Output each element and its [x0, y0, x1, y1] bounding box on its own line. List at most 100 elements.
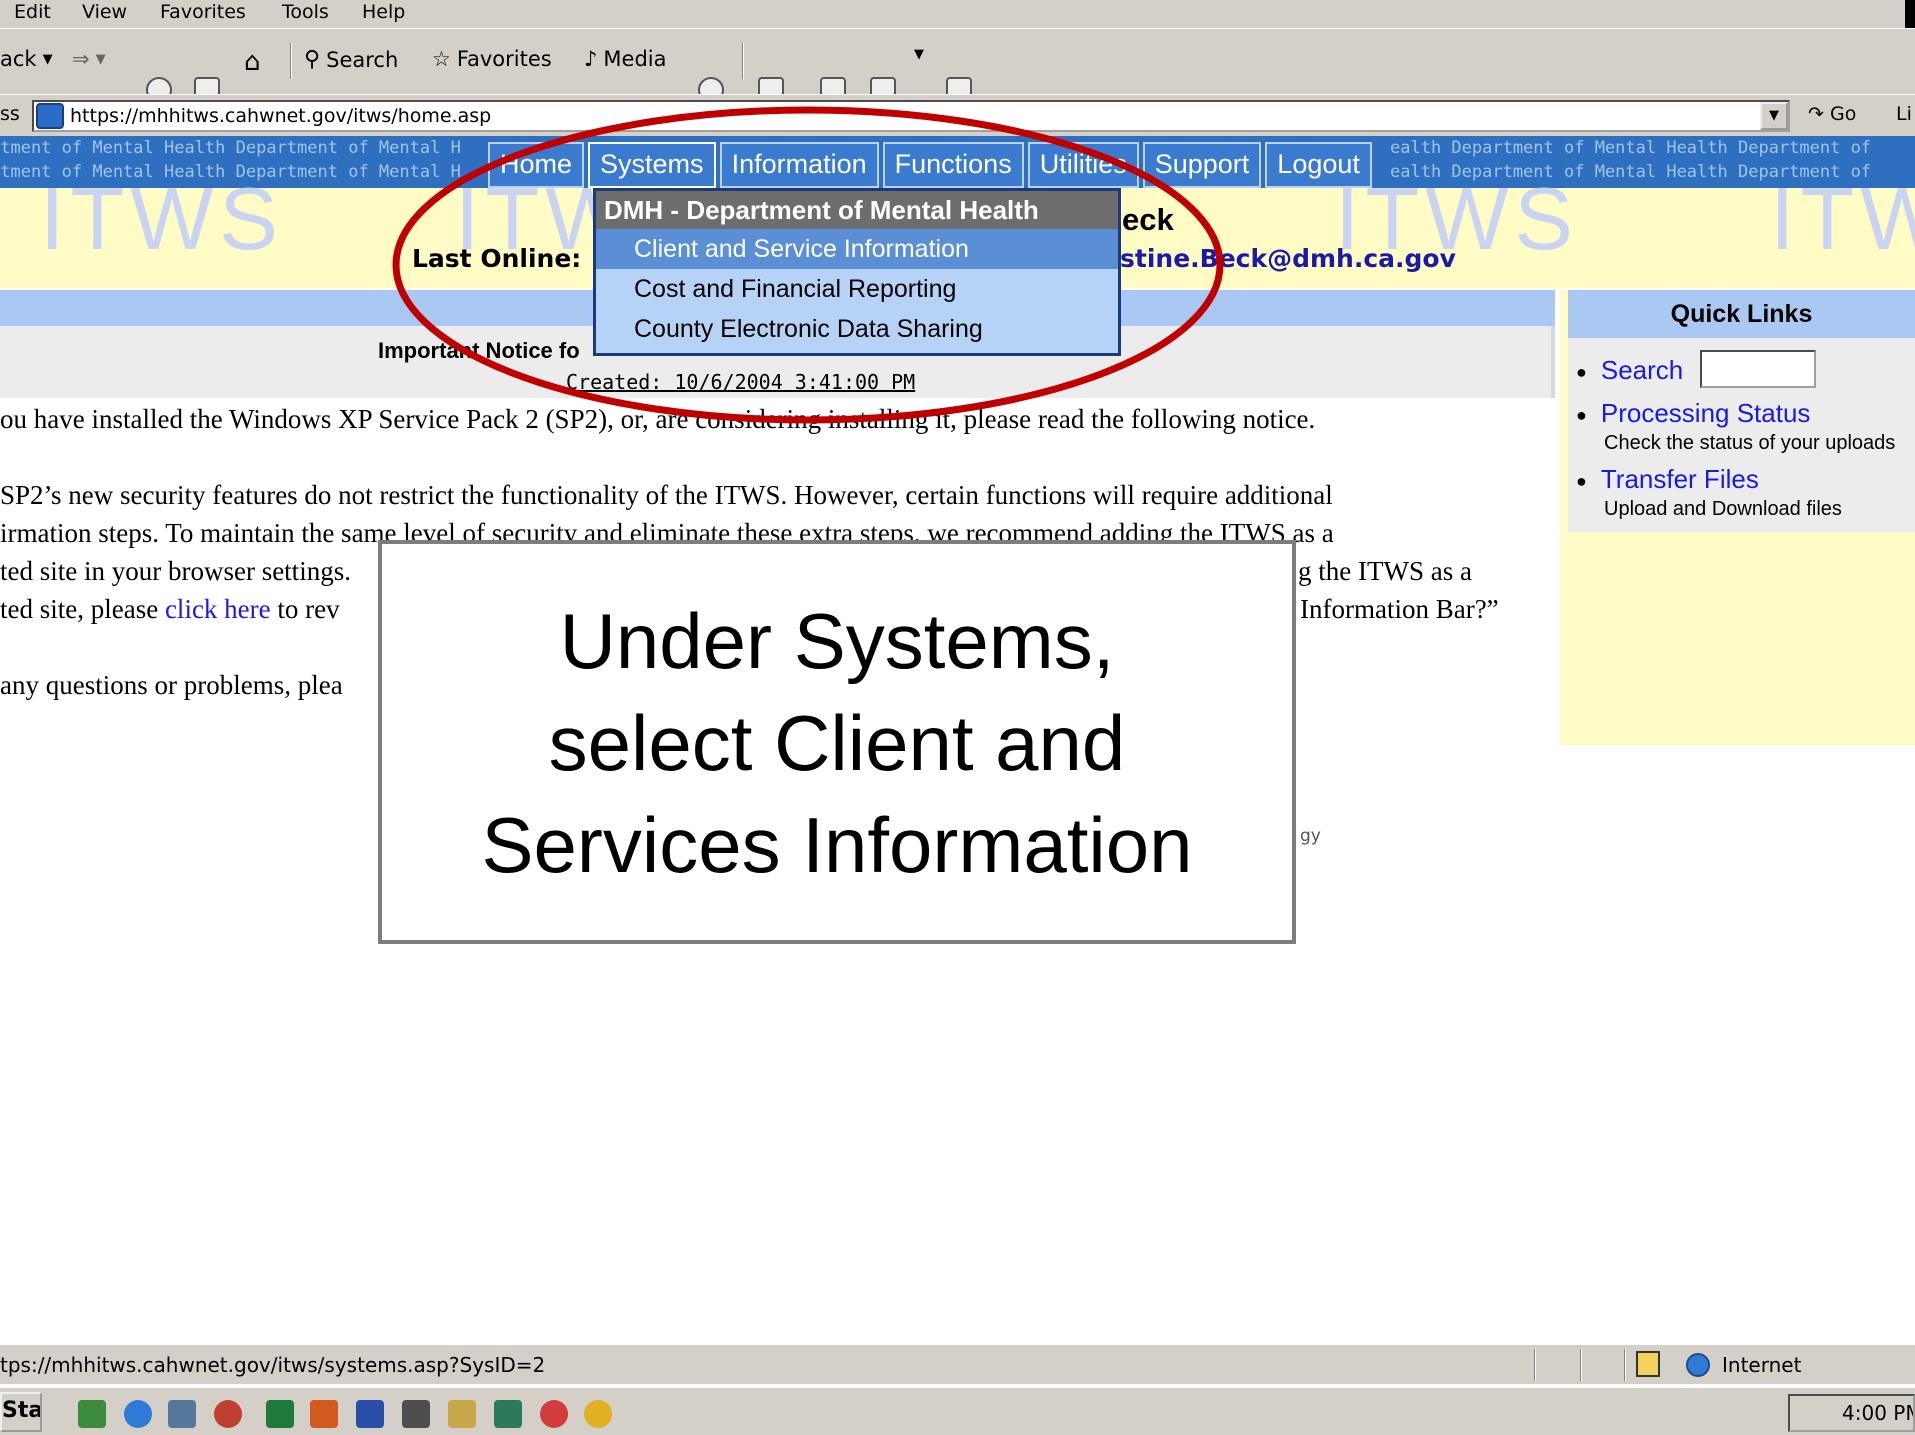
chevron-down-icon: ▼ — [95, 51, 106, 67]
outlook-icon[interactable] — [168, 1400, 196, 1428]
security-zone: Internet — [1722, 1353, 1802, 1377]
callout-line: Under Systems, — [559, 597, 1115, 685]
callout-line: Services Information — [481, 801, 1193, 889]
menu-item-client-service-info[interactable]: Client and Service Information — [596, 229, 1118, 269]
powerpoint-icon[interactable] — [310, 1400, 338, 1428]
banner-strip-text: ealth Department of Mental Health Depart… — [1390, 138, 1872, 158]
clock: 4:00 PM — [1788, 1394, 1915, 1432]
start-button[interactable]: Start — [0, 1392, 42, 1432]
star-icon: ☆ — [432, 47, 451, 71]
go-label: Go — [1829, 103, 1857, 125]
quick-link-transfer-files[interactable]: ● Transfer Files — [1576, 464, 1759, 495]
menu-help[interactable]: Help — [362, 1, 405, 23]
notice-created-date: Created: 10/6/2004 3:41:00 PM — [566, 370, 916, 394]
transfer-files-label: Transfer Files — [1600, 464, 1759, 494]
quick-search-input[interactable] — [1700, 350, 1816, 388]
transfer-files-desc: Upload and Download files — [1604, 498, 1842, 520]
app-icon[interactable] — [540, 1400, 568, 1428]
instruction-callout: Under Systems, select Client and Service… — [378, 540, 1296, 944]
toolbar-separator — [290, 43, 292, 79]
play-icon[interactable] — [584, 1400, 612, 1428]
notice-line: ou have installed the Windows XP Service… — [0, 404, 1316, 434]
nav-utilities[interactable]: Utilities — [1027, 142, 1139, 188]
callout-text: Under Systems, select Client and Service… — [382, 590, 1292, 896]
window-edge — [1905, 0, 1915, 28]
user-name: eck — [1122, 202, 1174, 237]
address-dropdown-icon[interactable]: ▼ — [1760, 102, 1788, 130]
notice-line: Information Bar?” — [1300, 594, 1499, 624]
nav-home[interactable]: Home — [488, 142, 585, 188]
forward-button[interactable]: ⇒ ▼ — [72, 47, 106, 71]
toolbar-separator — [742, 43, 744, 79]
go-arrow-icon: ↷ — [1808, 103, 1824, 125]
media-icon: ♪ — [584, 47, 598, 71]
word-icon[interactable] — [356, 1400, 384, 1428]
callout-line: select Client and — [548, 699, 1126, 787]
windows-taskbar: Start 4:00 PM — [0, 1386, 1915, 1435]
nav-logout[interactable]: Logout — [1265, 142, 1372, 188]
quick-link-processing-status[interactable]: ● Processing Status — [1576, 398, 1810, 429]
menu-item-county-data-sharing[interactable]: County Electronic Data Sharing — [596, 309, 1118, 349]
search-icon: ⚲ — [304, 47, 321, 72]
presentation-icon[interactable] — [494, 1400, 522, 1428]
notice-line: SP2’s new security features do not restr… — [0, 480, 1333, 510]
click-here-link[interactable]: click here — [165, 594, 271, 624]
nav-functions[interactable]: Functions — [882, 142, 1024, 188]
systems-dropdown-menu: DMH - Department of Mental Health Client… — [593, 188, 1121, 356]
nav-information[interactable]: Information — [719, 142, 879, 188]
bullet-icon: ● — [1576, 361, 1587, 382]
notice-line-text: to rev — [270, 594, 340, 624]
start-label: Start — [2, 1398, 42, 1423]
chevron-down-icon: ▼ — [42, 51, 53, 67]
status-divider — [1624, 1349, 1626, 1381]
nav-systems[interactable]: Systems — [588, 142, 716, 188]
ie-page-icon — [36, 103, 64, 129]
media-player-icon[interactable] — [214, 1400, 242, 1428]
user-email[interactable]: stine.Beck@dmh.ca.gov — [1120, 244, 1456, 273]
menu-item-cost-financial-reporting[interactable]: Cost and Financial Reporting — [596, 269, 1118, 309]
menu-tools[interactable]: Tools — [282, 1, 329, 23]
back-button[interactable]: ack ▼ — [0, 47, 53, 71]
links-label[interactable]: Li — [1896, 103, 1912, 125]
processing-status-label: Processing Status — [1600, 398, 1811, 428]
bullet-icon: ● — [1576, 404, 1587, 425]
favorites-button[interactable]: ☆ Favorites — [432, 47, 552, 71]
nav-support[interactable]: Support — [1142, 142, 1262, 188]
status-divider — [1534, 1349, 1536, 1381]
media-label: Media — [603, 47, 667, 71]
browser-toolbar: ack ▼ ⇒ ▼ ⌂ ⚲ Search ☆ Favorites ♪ Media… — [0, 28, 1915, 103]
quick-link-search[interactable]: ● Search — [1576, 355, 1683, 386]
go-button[interactable]: ↷ Go — [1808, 103, 1856, 125]
media-button[interactable]: ♪ Media — [584, 47, 666, 71]
status-url: tps://mhhitws.cahwnet.gov/itws/systems.a… — [0, 1353, 546, 1377]
itws-watermark: ITWS — [40, 169, 284, 268]
address-input[interactable]: https://mhhitws.cahwnet.gov/itws/home.as… — [32, 100, 1790, 132]
home-icon[interactable]: ⌂ — [244, 47, 261, 77]
footer-fragment: gy — [1300, 826, 1321, 846]
forward-arrow-icon: ⇒ — [72, 47, 90, 71]
menu-view[interactable]: View — [82, 1, 127, 23]
status-divider — [1580, 1349, 1582, 1381]
ie-icon[interactable] — [124, 1400, 152, 1428]
browser-statusbar: tps://mhhitws.cahwnet.gov/itws/systems.a… — [0, 1344, 1915, 1384]
address-label: ss — [0, 103, 20, 125]
quick-links-title: Quick Links — [1568, 290, 1915, 338]
desktop-icon[interactable] — [78, 1400, 106, 1428]
scissors-icon[interactable] — [402, 1400, 430, 1428]
lock-icon — [1636, 1351, 1660, 1377]
bullet-icon: ● — [1576, 470, 1587, 491]
notice-line: g the ITWS as a — [1298, 556, 1472, 586]
menu-favorites[interactable]: Favorites — [160, 1, 246, 23]
banner-strip-text: rtment of Mental Health Department of Me… — [0, 138, 461, 158]
quick-link-search-label: Search — [1600, 355, 1684, 385]
address-bar: ss https://mhhitws.cahwnet.gov/itws/home… — [0, 94, 1915, 136]
excel-icon[interactable] — [266, 1400, 294, 1428]
dropdown-header: DMH - Department of Mental Health — [596, 191, 1118, 229]
search-button[interactable]: ⚲ Search — [304, 47, 398, 72]
menu-edit[interactable]: Edit — [14, 1, 51, 23]
last-online-label: Last Online: — [412, 244, 582, 273]
processing-status-desc: Check the status of your uploads — [1604, 432, 1896, 454]
chevron-down-icon[interactable]: ▼ — [914, 47, 924, 62]
address-url: https://mhhitws.cahwnet.gov/itws/home.as… — [70, 105, 492, 127]
explorer-icon[interactable] — [448, 1400, 476, 1428]
